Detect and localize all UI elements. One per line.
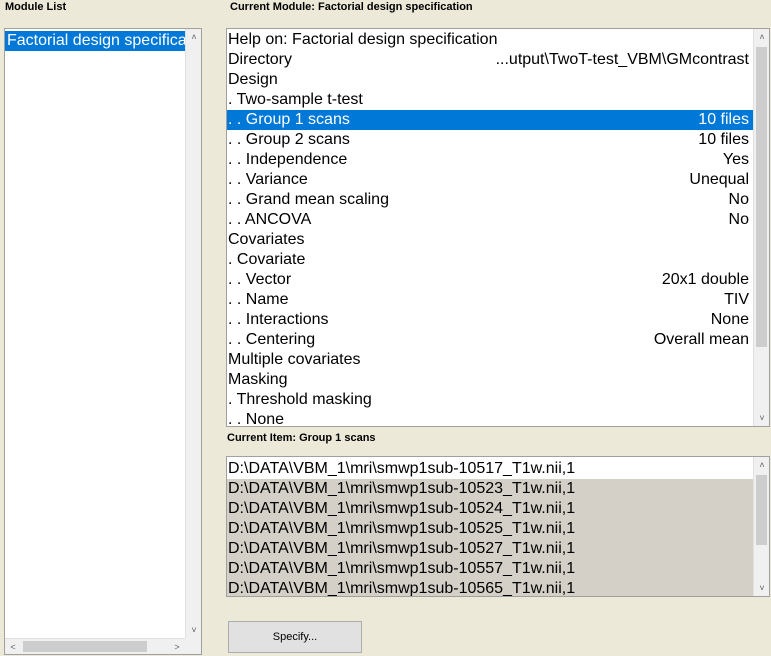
settings-row[interactable]: . . Independence Yes [227, 150, 753, 170]
settings-row[interactable]: Help on: Factorial design specification [227, 30, 753, 50]
settings-row[interactable]: Directory ...utput\TwoT-test_VBM\GMcontra… [227, 50, 753, 70]
current-item-file-list[interactable]: D:\DATA\VBM_1\mri\smwp1sub-10517_T1w.nii… [226, 456, 770, 597]
settings-row[interactable]: . . Grand mean scaling No [227, 190, 753, 210]
module-list-title: Module List [5, 1, 67, 13]
settings-row-value: ...utput\TwoT-test_VBM\GMcontrast [495, 51, 749, 68]
settings-row[interactable]: . . Interactions None [227, 310, 753, 330]
settings-vertical-scrollbar[interactable]: ˄ ˅ [753, 29, 769, 426]
settings-row-label: Multiple covariates [228, 351, 361, 368]
chevron-up-icon[interactable]: ˄ [754, 29, 769, 45]
chevron-down-icon[interactable]: ˅ [186, 622, 201, 638]
settings-row-value: None [710, 311, 749, 328]
vertical-scroll-thumb[interactable] [756, 475, 767, 545]
settings-row-label: Design [228, 71, 278, 88]
settings-row[interactable]: . Two-sample t-test [227, 90, 753, 110]
settings-row-label: . . Grand mean scaling [228, 191, 389, 208]
module-list[interactable]: Factorial design specifica ˄ ˅ ˂ ˃ [4, 28, 202, 655]
settings-row-value: 10 files [698, 111, 749, 128]
module-list-body: Factorial design specifica [5, 29, 185, 638]
chevron-left-icon[interactable]: ˂ [5, 639, 21, 654]
file-list-item[interactable]: D:\DATA\VBM_1\mri\smwp1sub-10524_T1w.nii… [227, 499, 753, 519]
settings-row-label: Directory [228, 51, 293, 68]
settings-row-label: . . ANCOVA [228, 211, 312, 228]
settings-row-label: Help on: Factorial design specification [228, 31, 498, 48]
file-list-item[interactable]: D:\DATA\VBM_1\mri\smwp1sub-10523_T1w.nii… [227, 479, 753, 499]
settings-row-label: . . Independence [228, 151, 348, 168]
scroll-corner [185, 638, 201, 654]
settings-row[interactable]: Multiple covariates [227, 350, 753, 370]
settings-row-value: 10 files [698, 131, 749, 148]
settings-list-body: Help on: Factorial design specification D… [227, 29, 753, 426]
settings-row[interactable]: . . Variance Unequal [227, 170, 753, 190]
settings-row-label: . . Centering [228, 331, 316, 348]
settings-row-value: Yes [722, 151, 749, 168]
file-list-item[interactable]: D:\DATA\VBM_1\mri\smwp1sub-10557_T1w.nii… [227, 559, 753, 579]
file-list-body: D:\DATA\VBM_1\mri\smwp1sub-10517_T1w.nii… [227, 457, 753, 596]
settings-row-value: No [728, 211, 749, 228]
settings-row-label: . . Interactions [228, 311, 329, 328]
settings-row-label: . Two-sample t-test [228, 91, 363, 108]
chevron-down-icon[interactable]: ˅ [754, 580, 769, 596]
settings-row-label: . . Vector [228, 271, 292, 288]
settings-row-label: . Covariate [228, 251, 306, 268]
file-list-item[interactable]: D:\DATA\VBM_1\mri\smwp1sub-10527_T1w.nii… [227, 539, 753, 559]
chevron-up-icon[interactable]: ˄ [754, 457, 769, 473]
specify-button[interactable]: Specify... [228, 621, 362, 653]
settings-row[interactable]: . Covariate [227, 250, 753, 270]
file-list-item[interactable]: D:\DATA\VBM_1\mri\smwp1sub-10517_T1w.nii… [227, 459, 753, 479]
settings-row-label: . . Variance [228, 171, 308, 188]
settings-row-value: Unequal [689, 171, 749, 188]
module-list-vertical-scrollbar[interactable]: ˄ ˅ [185, 29, 201, 638]
settings-row[interactable]: . . Group 2 scans 10 files [227, 130, 753, 150]
chevron-right-icon[interactable]: ˃ [169, 639, 185, 654]
settings-row-label: Covariates [228, 231, 305, 248]
horizontal-scroll-thumb[interactable] [23, 641, 147, 652]
settings-row-label: Masking [228, 371, 288, 388]
settings-row[interactable]: Masking [227, 370, 753, 390]
settings-row-value: No [728, 191, 749, 208]
module-list-item[interactable]: Factorial design specifica [5, 31, 185, 51]
settings-row[interactable]: . . Group 1 scans 10 files [227, 110, 753, 130]
settings-row-label: . . Group 1 scans [228, 111, 350, 128]
current-item-title: Current Item: Group 1 scans [227, 432, 376, 444]
settings-row[interactable]: . Threshold masking [227, 390, 753, 410]
file-list-vertical-scrollbar[interactable]: ˄ ˅ [753, 457, 769, 596]
settings-row[interactable]: . . Name TIV [227, 290, 753, 310]
settings-row[interactable]: . . None [227, 410, 753, 426]
module-settings-list[interactable]: Help on: Factorial design specification D… [226, 28, 770, 427]
settings-row-value: Overall mean [653, 331, 749, 348]
chevron-up-icon[interactable]: ˄ [186, 29, 201, 45]
settings-row[interactable]: . . Centering Overall mean [227, 330, 753, 350]
settings-row[interactable]: . . ANCOVA No [227, 210, 753, 230]
chevron-down-icon[interactable]: ˅ [754, 410, 769, 426]
module-list-horizontal-scrollbar[interactable]: ˂ ˃ [5, 638, 185, 654]
current-module-title: Current Module: Factorial design specifi… [230, 1, 473, 13]
settings-row[interactable]: Design [227, 70, 753, 90]
settings-row-label: . . Group 2 scans [228, 131, 350, 148]
settings-row-label: . . None [228, 411, 285, 426]
vertical-scroll-thumb[interactable] [756, 47, 767, 347]
settings-row-value: 20x1 double [661, 271, 749, 288]
settings-row[interactable]: . . Vector 20x1 double [227, 270, 753, 290]
settings-row-value: TIV [724, 291, 749, 308]
file-list-item[interactable]: D:\DATA\VBM_1\mri\smwp1sub-10565_T1w.nii… [227, 579, 753, 596]
file-list-item[interactable]: D:\DATA\VBM_1\mri\smwp1sub-10525_T1w.nii… [227, 519, 753, 539]
settings-row[interactable]: Covariates [227, 230, 753, 250]
settings-row-label: . Threshold masking [228, 391, 372, 408]
settings-row-label: . . Name [228, 291, 289, 308]
